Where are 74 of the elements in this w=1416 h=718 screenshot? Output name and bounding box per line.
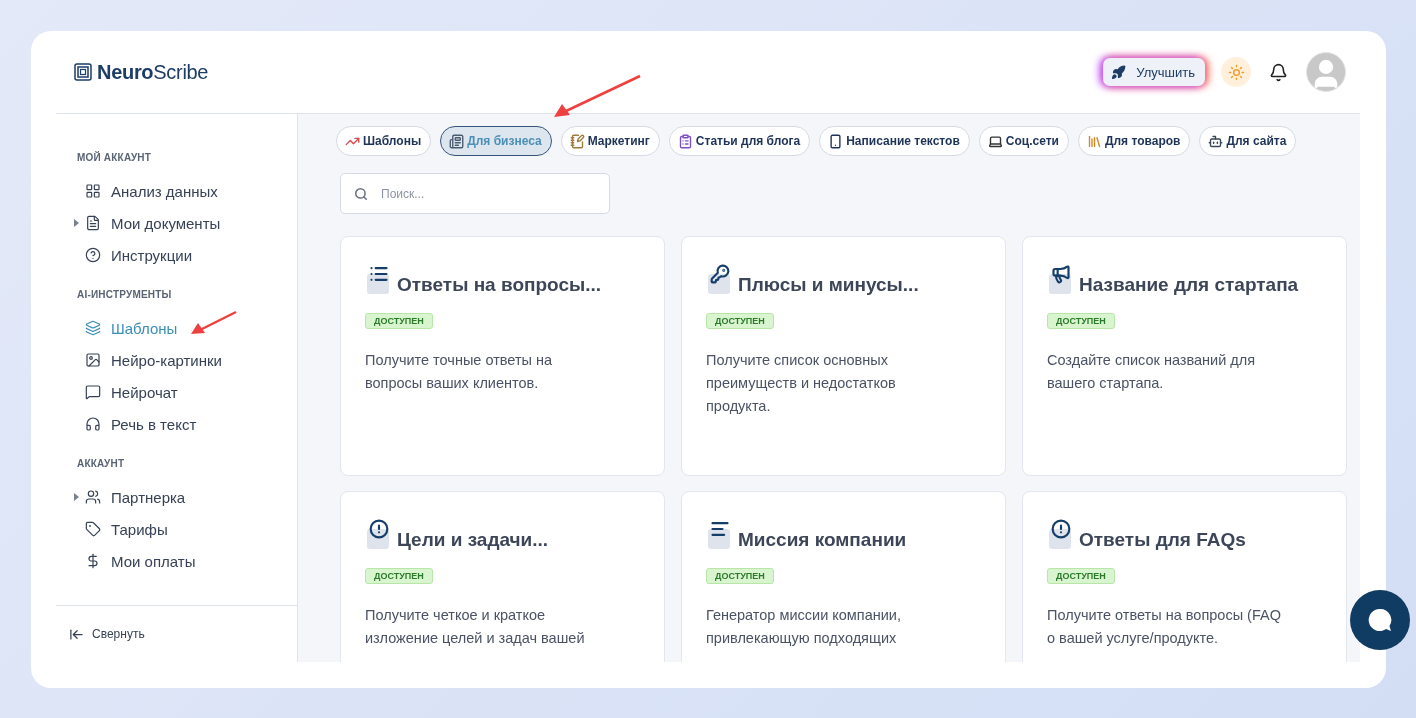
card-title: Ответы для FAQs [1079, 529, 1246, 551]
status-badge: ДОСТУПЕН [1047, 313, 1115, 329]
question-circle-icon [85, 247, 101, 263]
sidebar-item[interactable]: Анализ данных [77, 175, 218, 207]
sidebar-item[interactable]: Нейро-картинки [77, 344, 222, 376]
layers-icon [85, 320, 101, 336]
chat-bubble-icon [1367, 607, 1393, 633]
status-badge: ДОСТУПЕН [365, 313, 433, 329]
section-title: МОЙ АККАУНТ [77, 152, 153, 163]
chat-bubble-icon [85, 384, 101, 400]
card-title: Плюсы и минусы... [738, 274, 919, 296]
sidebar-item[interactable]: Тарифы [77, 513, 168, 545]
card-title: Название для стартапа [1079, 274, 1299, 296]
document-icon [85, 215, 101, 231]
annotation-arrow [190, 310, 238, 336]
sidebar-item[interactable]: Речь в текст [77, 408, 197, 440]
category-tab[interactable]: Маркетинг [560, 126, 660, 156]
newspaper-icon [449, 133, 465, 149]
template-card[interactable]: Название для стартапа ДОСТУПЕН Создайте список названий для вашего стартапа. [1022, 236, 1347, 476]
upgrade-button[interactable]: Улучшить [1103, 58, 1205, 86]
headphones-icon [85, 416, 101, 432]
search-field[interactable]: Поиск... [340, 173, 610, 214]
template-card[interactable]: Плюсы и минусы... ДОСТУПЕН Получите список основных преимуществ и недостатков продукта. [681, 236, 1006, 476]
sidebar-item[interactable]: Шаблоны [77, 312, 178, 344]
notepad-icon [569, 133, 585, 149]
card-title: Цели и задачи... [397, 529, 549, 551]
brand-name: NeuroScribe [97, 60, 209, 84]
template-card[interactable]: Ответы на вопросы... ДОСТУПЕН Получите точные ответы на вопросы ваших клиентов. [340, 236, 665, 476]
grid-icon [85, 183, 101, 199]
sidebar-item[interactable]: Нейрочат [77, 376, 178, 408]
category-tab[interactable]: Для товаров [1077, 126, 1191, 156]
section-title: АККАУНТ [77, 458, 126, 469]
section-title: AI-ИНСТРУМЕНТЫ [77, 289, 173, 300]
dollar-icon [85, 553, 101, 569]
card-description: Создайте список названий для вашего стартапа. [1047, 351, 1257, 393]
card-description: Генератор миссии компании, привлекающую подходящих [706, 606, 902, 648]
users-icon [85, 489, 101, 505]
status-badge: ДОСТУПЕН [706, 568, 774, 584]
search-icon [354, 187, 368, 201]
rocket-icon [1111, 64, 1127, 80]
category-tab[interactable]: Соц.сети [978, 126, 1069, 156]
category-tab[interactable]: Для сайта [1199, 126, 1297, 156]
template-card[interactable]: Ответы для FAQs ДОСТУПЕН Получите ответы на вопросы (FAQ о вашей услуге/продукте. [1022, 491, 1347, 662]
card-description: Получите список основных преимуществ и недостатков продукта. [706, 351, 897, 416]
theme-toggle-button[interactable] [1221, 57, 1251, 87]
sidebar-item[interactable]: Мои документы [77, 207, 221, 239]
robot-icon [1208, 133, 1224, 149]
logo-icon [74, 63, 92, 81]
image-icon [85, 352, 101, 368]
sun-icon [1227, 63, 1245, 81]
sidebar-item[interactable]: Мои оплаты [77, 545, 196, 577]
template-card[interactable]: Миссия компании ДОСТУПЕН Генератор миссии компании, привлекающую подходящих [681, 491, 1006, 662]
tag-icon [85, 521, 101, 537]
sidebar-item[interactable]: Инструкции [77, 239, 193, 271]
phone-icon [828, 133, 844, 149]
card-title: Миссия компании [738, 529, 907, 551]
card-title: Ответы на вопросы... [397, 274, 602, 296]
template-card[interactable]: Цели и задачи... ДОСТУПЕН Получите четкое и краткое изложение целей и задач вашей [340, 491, 665, 662]
status-badge: ДОСТУПЕН [706, 313, 774, 329]
category-tab[interactable]: Шаблоны [336, 126, 432, 156]
category-tab[interactable]: Статьи для блога [668, 126, 811, 156]
chat-button[interactable] [1350, 590, 1410, 650]
collapse-button[interactable]: Свернуть [69, 626, 145, 642]
bell-icon [1269, 62, 1288, 82]
card-description: Получите точные ответы на вопросы ваших клиентов. [365, 351, 554, 393]
status-badge: ДОСТУПЕН [1047, 568, 1115, 584]
laptop-icon [987, 133, 1003, 149]
books-icon [1086, 133, 1102, 149]
sidebar-item[interactable]: Партнерка [77, 481, 186, 513]
card-description: Получите четкое и краткое изложение целей и задач вашей [365, 606, 586, 648]
status-badge: ДОСТУПЕН [365, 568, 433, 584]
category-tab[interactable]: Написание текстов [819, 126, 970, 156]
card-description: Получите ответы на вопросы (FAQ о вашей услуге/продукте. [1047, 606, 1282, 648]
clipboard-icon [677, 133, 693, 149]
